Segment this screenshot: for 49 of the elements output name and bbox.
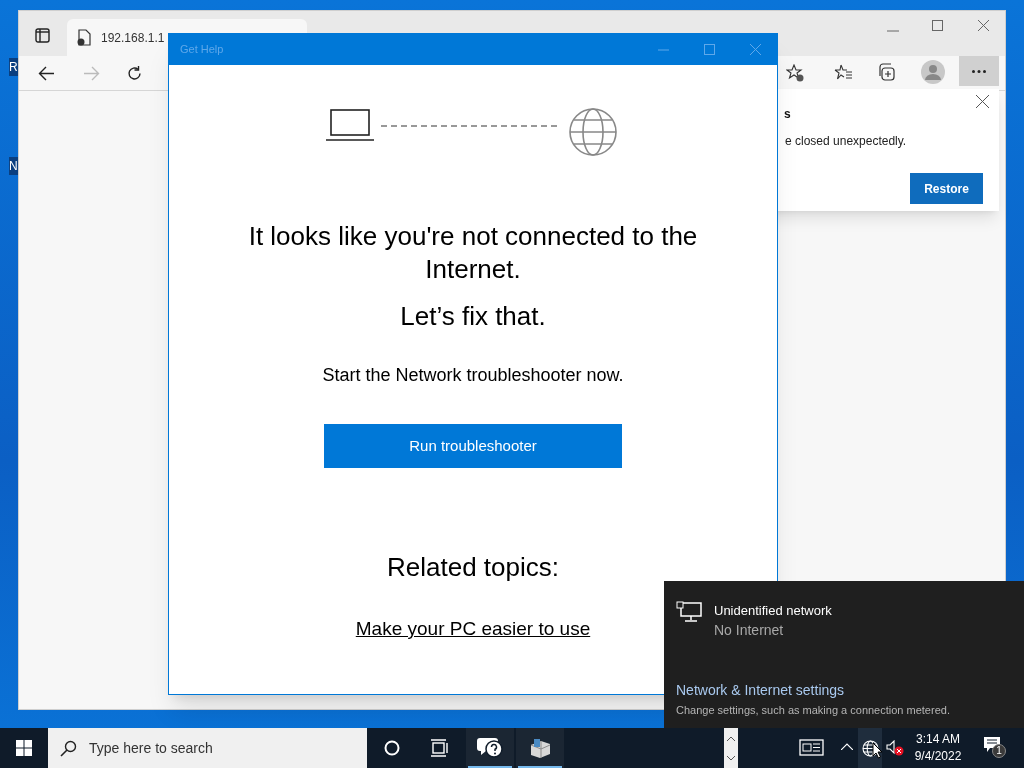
speaker-muted-icon[interactable] [886, 740, 904, 756]
tab-actions-icon[interactable] [35, 28, 50, 43]
windows-start-icon[interactable] [16, 740, 32, 756]
network-name: Unidentified network [714, 602, 832, 620]
run-troubleshooter-button[interactable]: Run troubleshooter [324, 424, 622, 468]
favorites-icon[interactable] [834, 64, 853, 81]
clock-date[interactable]: 9/4/2022 [914, 748, 962, 765]
related-topics-heading: Related topics: [387, 551, 559, 584]
network-settings-link[interactable]: Network & Internet settings [676, 680, 845, 701]
search-icon [60, 739, 77, 757]
subheading: Let’s fix that. [400, 300, 546, 333]
popup-title: s [784, 106, 791, 123]
wired-network-icon [676, 601, 702, 623]
app-box-icon [529, 737, 551, 759]
prompt-text: Start the Network troubleshooter now. [322, 364, 624, 387]
add-favorite-icon[interactable] [786, 64, 805, 83]
cortana-icon[interactable] [384, 740, 400, 756]
clock-time[interactable]: 3:14 AM [916, 731, 960, 748]
page-error-icon [77, 29, 91, 46]
close-icon[interactable] [976, 95, 989, 108]
network-status: No Internet [714, 621, 784, 640]
taskbar-app-button[interactable] [516, 728, 564, 768]
collections-icon[interactable] [877, 63, 895, 81]
mouse-cursor-icon [872, 742, 883, 759]
chevron-up-icon [727, 735, 735, 741]
help-chat-icon [477, 736, 503, 760]
popup-message: e closed unexpectedly. [785, 133, 907, 150]
desktop-icon-label: N [9, 157, 18, 175]
news-icon[interactable] [799, 739, 824, 756]
restore-button[interactable]: Restore [910, 173, 983, 204]
taskbar-app-button[interactable] [466, 728, 514, 768]
settings-hint: Change settings, such as making a connection metered. [676, 703, 950, 718]
globe-icon [861, 739, 879, 757]
taskbar-search-field[interactable]: Type here to search [48, 728, 367, 768]
profile-avatar-icon[interactable] [921, 60, 945, 84]
refresh-icon[interactable] [126, 65, 143, 82]
chevron-down-icon [727, 755, 735, 761]
close-icon[interactable] [978, 20, 989, 31]
related-topic-link[interactable]: Make your PC easier to use [355, 615, 591, 644]
task-view-icon[interactable] [431, 739, 449, 757]
maximize-icon[interactable] [932, 20, 943, 31]
back-icon[interactable] [38, 66, 55, 81]
chevron-up-icon[interactable] [841, 743, 853, 750]
window-title: Get Help [180, 42, 224, 58]
more-icon [972, 69, 986, 73]
action-center-button[interactable]: 1 [980, 734, 1008, 762]
desktop-icon-label: R [9, 58, 18, 76]
scroll-arrows-control[interactable] [724, 728, 738, 768]
heading: It looks like you're not connected to the Internet. [247, 220, 699, 286]
